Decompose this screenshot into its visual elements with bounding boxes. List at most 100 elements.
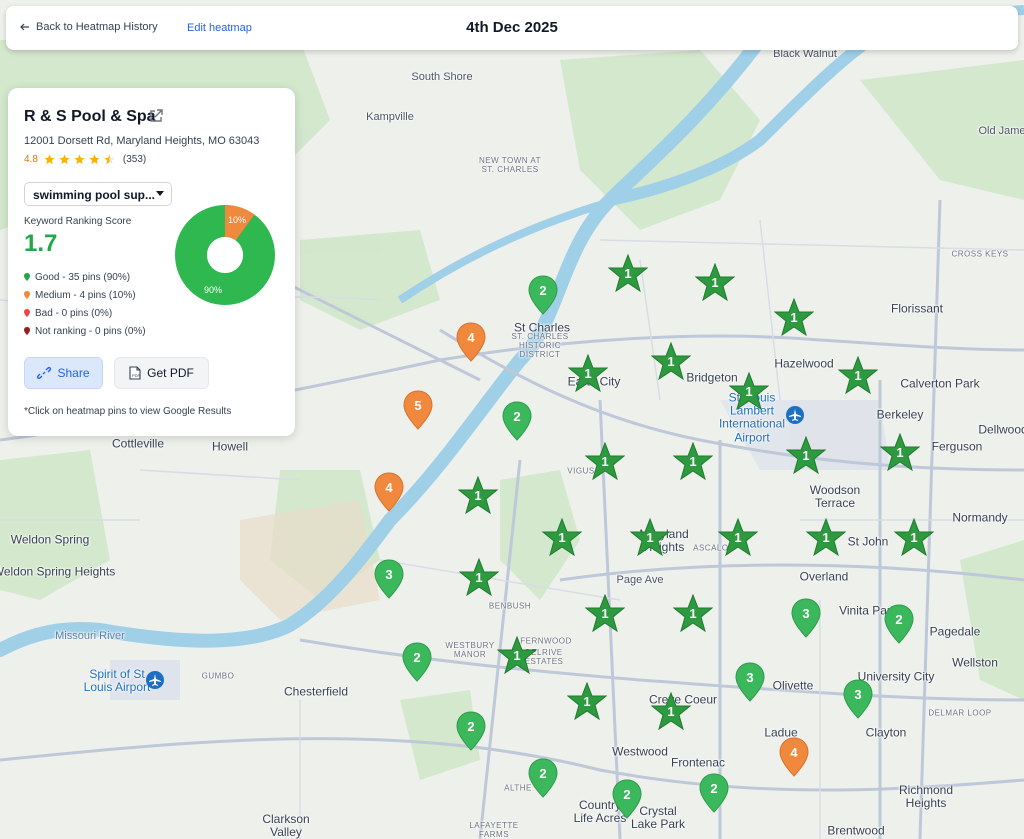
map-pin-star[interactable]: 1 xyxy=(806,518,846,556)
map-pin-medium[interactable]: 4 xyxy=(779,737,809,777)
pin-rank: 4 xyxy=(790,745,798,760)
map-label: Wellston xyxy=(952,655,998,670)
map-pin-star[interactable]: 1 xyxy=(651,692,691,730)
map-pin-star[interactable]: 1 xyxy=(497,636,537,674)
link-icon xyxy=(37,366,52,380)
keyword-dropdown[interactable]: swimming pool sup... xyxy=(24,182,172,206)
map-pin-star[interactable]: 1 xyxy=(718,518,758,556)
map-label: Clayton xyxy=(865,725,907,740)
keyword-selected: swimming pool sup... xyxy=(33,188,156,202)
map-label: NEW TOWN AT ST. CHARLES xyxy=(479,156,541,174)
legend-label: Not ranking - 0 pins (0%) xyxy=(35,325,146,337)
map-pin-star[interactable]: 1 xyxy=(673,442,713,480)
pin-rank: 2 xyxy=(710,781,718,796)
map-pin-good[interactable]: 2 xyxy=(402,642,432,682)
get-pdf-button[interactable]: PDF Get PDF xyxy=(114,357,209,389)
map-pin-star[interactable]: 1 xyxy=(838,356,878,394)
map-pin-star[interactable]: 1 xyxy=(630,518,670,556)
edit-heatmap-link[interactable]: Edit heatmap xyxy=(187,22,252,34)
map-pin-star[interactable]: 1 xyxy=(786,436,826,474)
pin-rank: 1 xyxy=(910,530,918,545)
map-label: South Shore xyxy=(411,70,473,83)
map-pin-star[interactable]: 1 xyxy=(568,354,608,392)
pin-rank: 2 xyxy=(623,787,631,802)
map-pin-medium[interactable]: 4 xyxy=(456,322,486,362)
legend-label: Medium - 4 pins (10%) xyxy=(35,289,136,301)
map-label: CROSS KEYS xyxy=(951,249,1009,259)
map-pin-star[interactable]: 1 xyxy=(542,518,582,556)
business-name: R & S Pool & Spa xyxy=(24,108,156,125)
score-label: Keyword Ranking Score xyxy=(24,216,132,227)
map-label: Pagedale xyxy=(929,624,981,639)
map-label: ST. CHARLES HISTORIC DISTRICT xyxy=(511,331,569,359)
map-pin-medium[interactable]: 4 xyxy=(374,472,404,512)
map-label: Dellwood xyxy=(978,422,1024,437)
map-pin-good[interactable]: 3 xyxy=(843,679,873,719)
share-button[interactable]: Share xyxy=(24,357,103,389)
pin-rank: 1 xyxy=(667,354,675,369)
map-label: DELMAR LOOP xyxy=(928,708,992,718)
legend-item-bad: Bad - 0 pins (0%) xyxy=(24,304,146,322)
pin-rank: 1 xyxy=(584,366,592,381)
business-info-card: R & S Pool & Spa 12001 Dorsett Rd, Maryl… xyxy=(8,88,295,436)
pin-icon xyxy=(24,273,30,281)
pin-rank: 1 xyxy=(822,530,830,545)
pin-rank: 5 xyxy=(414,398,422,413)
map-pin-star[interactable]: 1 xyxy=(459,558,499,596)
map-pin-star[interactable]: 1 xyxy=(673,594,713,632)
ranking-donut-chart xyxy=(175,205,275,305)
map-pin-good[interactable]: 2 xyxy=(502,401,532,441)
pin-rank: 1 xyxy=(667,704,675,719)
map-pin-good[interactable]: 2 xyxy=(528,758,558,798)
map-label: Calverton Park xyxy=(900,376,980,391)
pdf-label: Get PDF xyxy=(147,366,194,380)
external-link-icon[interactable] xyxy=(148,108,164,124)
map-pin-star[interactable]: 1 xyxy=(695,263,735,301)
map-pin-star[interactable]: 1 xyxy=(880,433,920,471)
pin-icon xyxy=(24,309,30,317)
map-label: Berkeley xyxy=(876,407,924,422)
map-label: Westwood xyxy=(612,744,668,759)
pin-rank: 2 xyxy=(539,283,547,298)
pin-rank: 1 xyxy=(711,275,719,290)
back-to-history-link[interactable]: Back to Heatmap History xyxy=(20,21,158,33)
map-pin-good[interactable]: 2 xyxy=(699,773,729,813)
map-pin-good[interactable]: 3 xyxy=(374,559,404,599)
ranking-legend: Good - 35 pins (90%) Medium - 4 pins (10… xyxy=(24,268,146,340)
map-pin-star[interactable]: 1 xyxy=(608,254,648,292)
map-label: Florissant xyxy=(890,301,944,316)
map-pin-star[interactable]: 1 xyxy=(458,476,498,514)
pin-rank: 1 xyxy=(646,530,654,545)
donut-label-good: 90% xyxy=(204,285,223,295)
arrow-left-icon xyxy=(20,23,29,31)
map-pin-good[interactable]: 2 xyxy=(612,779,642,819)
map-label: Frontenac xyxy=(670,755,726,770)
pin-rank: 1 xyxy=(474,488,482,503)
legend-item-not-ranking: Not ranking - 0 pins (0%) xyxy=(24,322,146,340)
map-label: WESTBURY MANOR xyxy=(445,641,495,659)
airport-icon xyxy=(786,406,804,424)
map-pin-good[interactable]: 3 xyxy=(791,598,821,638)
star-icon xyxy=(74,154,85,165)
map-label: Howell xyxy=(211,439,249,454)
map-pin-good[interactable]: 2 xyxy=(456,711,486,751)
map-pin-star[interactable]: 1 xyxy=(729,372,769,410)
map-label: Old Jame xyxy=(978,124,1024,137)
map-pin-good[interactable]: 2 xyxy=(528,275,558,315)
map-pin-star[interactable]: 1 xyxy=(585,594,625,632)
map-pin-medium[interactable]: 5 xyxy=(403,390,433,430)
map-pin-star[interactable]: 1 xyxy=(894,518,934,556)
map-pin-star[interactable]: 1 xyxy=(651,342,691,380)
pin-rank: 4 xyxy=(467,330,475,345)
pin-rank: 1 xyxy=(689,454,697,469)
business-address: 12001 Dorsett Rd, Maryland Heights, MO 6… xyxy=(24,135,260,147)
map-pin-star[interactable]: 1 xyxy=(585,442,625,480)
pin-rank: 4 xyxy=(385,480,393,495)
rating-row: 4.8 (353) xyxy=(24,154,146,165)
map-pin-good[interactable]: 2 xyxy=(884,604,914,644)
map-pin-star[interactable]: 1 xyxy=(774,298,814,336)
star-icon xyxy=(89,154,100,165)
pin-rank: 2 xyxy=(413,650,421,665)
map-pin-star[interactable]: 1 xyxy=(567,682,607,720)
map-pin-good[interactable]: 3 xyxy=(735,662,765,702)
